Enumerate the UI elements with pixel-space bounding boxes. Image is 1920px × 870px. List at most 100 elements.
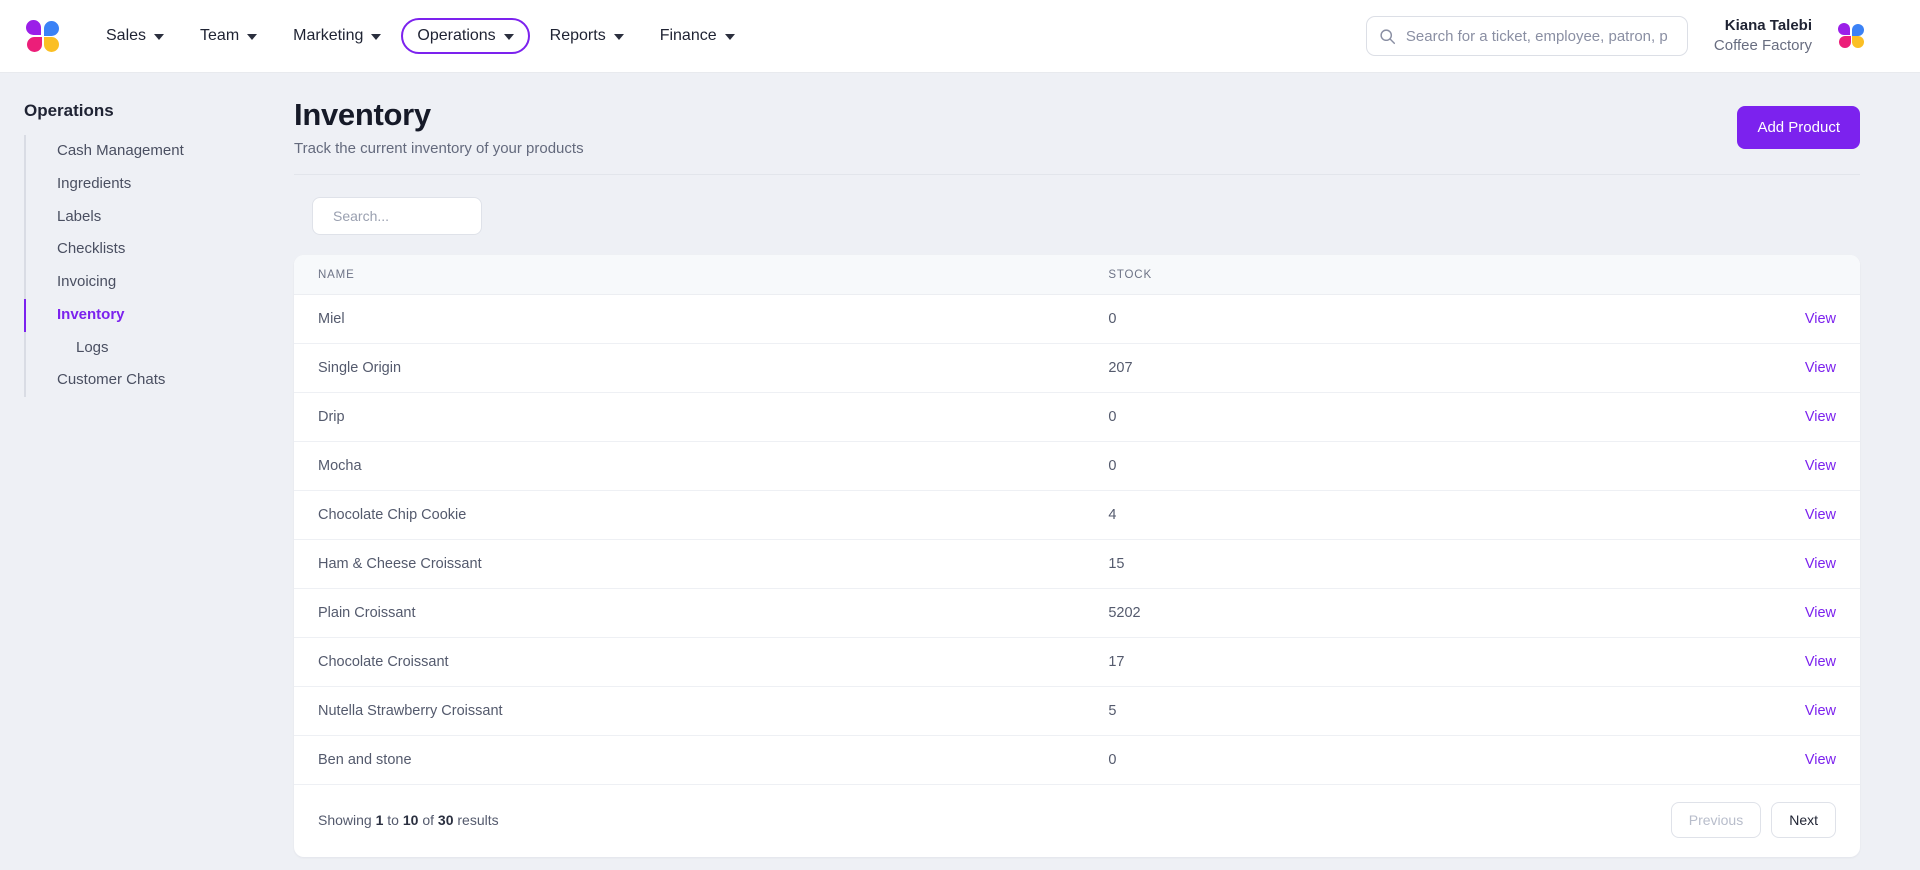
table-row[interactable]: Ham & Cheese Croissant 15 View xyxy=(294,539,1860,589)
logo-petal-yellow xyxy=(44,37,59,52)
table-row[interactable]: Single Origin 207 View xyxy=(294,343,1860,393)
column-header-name[interactable]: NAME xyxy=(294,255,1109,295)
table-row[interactable]: Miel 0 View xyxy=(294,294,1860,344)
view-link[interactable]: View xyxy=(1805,311,1836,327)
nav-item-sales[interactable]: Sales xyxy=(90,18,180,54)
page-title: Inventory xyxy=(294,97,431,132)
sidebar-item-ingredients[interactable]: Ingredients xyxy=(24,168,278,201)
search-icon xyxy=(1380,28,1395,44)
table-toolbar xyxy=(294,175,1860,255)
cell-product-name: Single Origin xyxy=(294,343,1109,393)
nav-item-marketing[interactable]: Marketing xyxy=(277,18,397,54)
view-link[interactable]: View xyxy=(1805,458,1836,474)
cell-product-stock: 15 xyxy=(1108,539,1641,589)
cell-product-stock: 0 xyxy=(1108,294,1641,344)
top-navigation-bar: Sales Team Marketing Operations Reports … xyxy=(0,0,1920,73)
cell-product-stock: 0 xyxy=(1108,735,1641,785)
view-link[interactable]: View xyxy=(1805,703,1836,719)
nav-item-label: Reports xyxy=(549,27,606,44)
sidebar: Operations Cash Management Ingredients L… xyxy=(0,73,278,870)
previous-page-button[interactable]: Previous xyxy=(1670,802,1762,838)
page-header: Inventory Track the current inventory of… xyxy=(294,97,1860,157)
pagination-controls: Previous Next xyxy=(1670,802,1836,838)
view-link[interactable]: View xyxy=(1805,556,1836,572)
user-profile[interactable]: Kiana Talebi Coffee Factory xyxy=(1714,16,1812,57)
column-header-stock[interactable]: STOCK xyxy=(1108,255,1641,295)
logo-petal-purple xyxy=(26,20,41,35)
cell-product-name: Ben and stone xyxy=(294,735,1109,785)
summary-mid: to xyxy=(383,812,403,828)
avatar-petal-yellow xyxy=(1852,36,1864,48)
next-page-button[interactable]: Next xyxy=(1771,802,1836,838)
sidebar-item-invoicing[interactable]: Invoicing xyxy=(24,266,278,299)
avatar-petal-blue xyxy=(1852,24,1864,36)
table-row[interactable]: Plain Croissant 5202 View xyxy=(294,588,1860,638)
table-row[interactable]: Mocha 0 View xyxy=(294,441,1860,491)
page-shell: Operations Cash Management Ingredients L… xyxy=(0,73,1920,870)
page-subtitle: Track the current inventory of your prod… xyxy=(294,140,584,157)
summary-suffix: results xyxy=(453,812,499,828)
pinwheel-avatar-icon[interactable] xyxy=(1838,23,1866,49)
cell-product-name: Ham & Cheese Croissant xyxy=(294,539,1109,589)
global-search-box[interactable] xyxy=(1365,16,1688,56)
cell-product-name: Mocha xyxy=(294,441,1109,491)
inventory-table: NAME STOCK Miel 0 View Single Origin 207 xyxy=(294,255,1860,785)
view-link[interactable]: View xyxy=(1805,507,1836,523)
nav-item-finance[interactable]: Finance xyxy=(644,18,751,54)
inventory-search-input[interactable] xyxy=(333,208,514,224)
results-summary: Showing 1 to 10 of 30 results xyxy=(318,812,499,828)
cell-product-name: Chocolate Chip Cookie xyxy=(294,490,1109,540)
cell-product-stock: 0 xyxy=(1108,392,1641,442)
nav-item-team[interactable]: Team xyxy=(184,18,273,54)
cell-product-name: Nutella Strawberry Croissant xyxy=(294,686,1109,736)
chevron-down-icon xyxy=(724,34,735,40)
table-row[interactable]: Chocolate Croissant 17 View xyxy=(294,637,1860,687)
cell-product-stock: 5202 xyxy=(1108,588,1641,638)
summary-mid2: of xyxy=(418,812,438,828)
sidebar-item-customer-chats[interactable]: Customer Chats xyxy=(24,364,278,397)
sidebar-item-cash-management[interactable]: Cash Management xyxy=(24,135,278,168)
add-product-button[interactable]: Add Product xyxy=(1737,106,1860,149)
inventory-search-box[interactable] xyxy=(312,197,514,235)
nav-item-operations[interactable]: Operations xyxy=(401,18,530,54)
view-link[interactable]: View xyxy=(1805,360,1836,376)
summary-total: 30 xyxy=(437,812,454,828)
sidebar-item-checklists[interactable]: Checklists xyxy=(24,233,278,266)
sidebar-item-logs[interactable]: Logs xyxy=(24,332,278,365)
pinwheel-logo-icon[interactable] xyxy=(26,20,60,52)
nav-item-label: Finance xyxy=(659,27,717,44)
sidebar-item-list: Cash Management Ingredients Labels Check… xyxy=(24,135,278,397)
avatar-petal-pink xyxy=(1839,36,1851,48)
nav-item-label: Sales xyxy=(106,27,147,44)
column-header-actions xyxy=(1640,255,1860,295)
user-name: Kiana Talebi xyxy=(1724,16,1812,34)
table-row[interactable]: Drip 0 View xyxy=(294,392,1860,442)
main-content: Inventory Track the current inventory of… xyxy=(278,73,1920,870)
table-body: Miel 0 View Single Origin 207 View Drip … xyxy=(294,294,1860,785)
sidebar-item-inventory[interactable]: Inventory xyxy=(24,298,278,332)
avatar-petal-purple xyxy=(1838,23,1850,35)
sidebar-item-labels[interactable]: Labels xyxy=(24,201,278,234)
view-link[interactable]: View xyxy=(1805,605,1836,621)
nav-item-reports[interactable]: Reports xyxy=(534,18,640,54)
table-row[interactable]: Ben and stone 0 View xyxy=(294,735,1860,785)
primary-nav: Sales Team Marketing Operations Reports … xyxy=(90,18,751,54)
table-row[interactable]: Chocolate Chip Cookie 4 View xyxy=(294,490,1860,540)
view-link[interactable]: View xyxy=(1805,654,1836,670)
chevron-down-icon xyxy=(503,34,514,40)
nav-item-label: Operations xyxy=(417,27,496,44)
view-link[interactable]: View xyxy=(1805,752,1836,768)
view-link[interactable]: View xyxy=(1805,409,1836,425)
table-row[interactable]: Nutella Strawberry Croissant 5 View xyxy=(294,686,1860,736)
nav-item-label: Marketing xyxy=(293,27,364,44)
table-head: NAME STOCK xyxy=(294,255,1860,295)
logo-petal-pink xyxy=(27,37,42,52)
summary-prefix: Showing xyxy=(318,812,376,828)
summary-to: 10 xyxy=(402,812,419,828)
cell-product-name: Plain Croissant xyxy=(294,588,1109,638)
global-search-input[interactable] xyxy=(1405,27,1675,45)
page-header-text: Inventory Track the current inventory of… xyxy=(294,97,1737,157)
inventory-table-card: NAME STOCK Miel 0 View Single Origin 207 xyxy=(294,255,1860,857)
table-header-row: NAME STOCK xyxy=(294,255,1860,295)
chevron-down-icon xyxy=(371,34,382,40)
